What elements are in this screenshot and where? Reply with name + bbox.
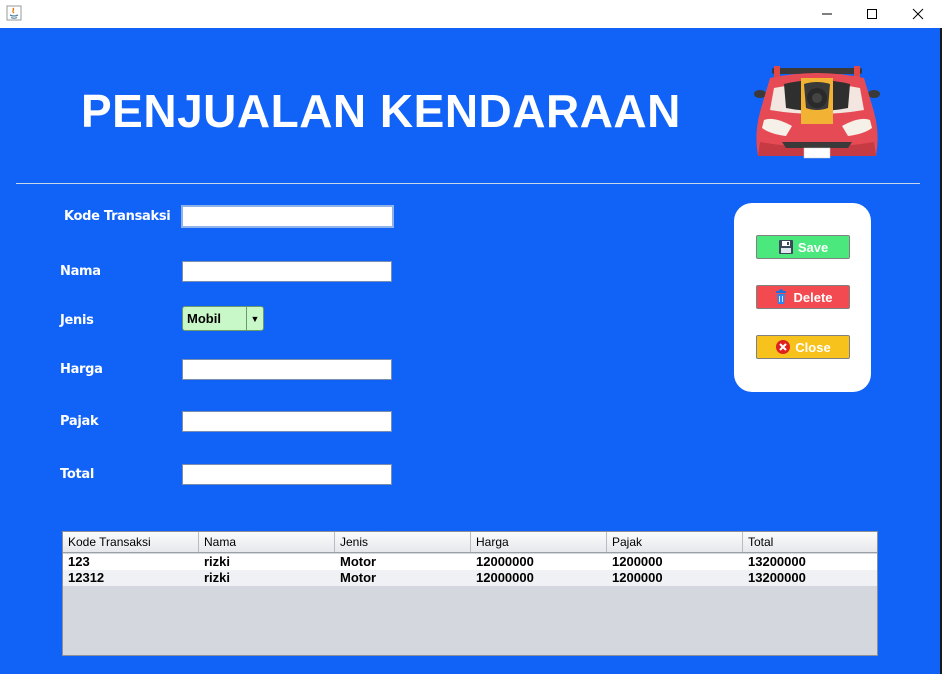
total-input[interactable] bbox=[182, 464, 392, 485]
save-button[interactable]: Save bbox=[756, 235, 850, 259]
table-cell: 13200000 bbox=[748, 554, 806, 569]
jenis-combobox[interactable]: Mobil ▼ bbox=[182, 306, 264, 331]
chevron-down-icon[interactable]: ▼ bbox=[246, 307, 263, 330]
table-cell: 1200000 bbox=[612, 570, 663, 585]
page-title: PENJUALAN KENDARAAN bbox=[81, 85, 681, 137]
java-app-icon bbox=[6, 5, 22, 21]
header-separator bbox=[16, 183, 920, 184]
column-header-pajak[interactable]: Pajak bbox=[607, 532, 743, 552]
column-header-nama[interactable]: Nama bbox=[199, 532, 335, 552]
jenis-label: Jenis bbox=[60, 313, 94, 328]
table-cell: Motor bbox=[340, 570, 377, 585]
table-cell: rizki bbox=[204, 554, 231, 569]
table-cell: 1200000 bbox=[612, 554, 663, 569]
table-cell: 12000000 bbox=[476, 570, 534, 585]
harga-label: Harga bbox=[60, 362, 103, 377]
table-cell: 123 bbox=[68, 554, 90, 569]
nama-input[interactable] bbox=[182, 261, 392, 282]
minimize-button[interactable] bbox=[804, 0, 850, 28]
nama-label: Nama bbox=[60, 264, 101, 279]
close-button-label: Close bbox=[795, 339, 831, 355]
save-button-label: Save bbox=[797, 239, 829, 255]
column-header-jenis[interactable]: Jenis bbox=[335, 532, 471, 552]
transactions-table[interactable]: Kode Transaksi Nama Jenis Harga Pajak To… bbox=[62, 531, 878, 656]
total-label: Total bbox=[60, 467, 95, 482]
close-icon bbox=[912, 8, 924, 20]
column-header-total[interactable]: Total bbox=[743, 532, 877, 552]
pajak-label: Pajak bbox=[60, 414, 99, 429]
table-cell: Motor bbox=[340, 554, 377, 569]
sports-car-icon bbox=[752, 64, 882, 162]
harga-input[interactable] bbox=[182, 359, 392, 380]
table-cell: rizki bbox=[204, 570, 231, 585]
delete-button[interactable]: Delete bbox=[756, 285, 850, 309]
table-row[interactable]: 123 rizki Motor 12000000 1200000 1320000… bbox=[63, 554, 877, 570]
column-header-kode-transaksi[interactable]: Kode Transaksi bbox=[63, 532, 199, 552]
table-cell: 12000000 bbox=[476, 554, 534, 569]
trash-icon bbox=[773, 289, 789, 305]
table-row[interactable]: 12312 rizki Motor 12000000 1200000 13200… bbox=[63, 570, 877, 586]
close-button[interactable]: Close bbox=[756, 335, 850, 359]
floppy-disk-icon bbox=[778, 239, 794, 255]
pajak-input[interactable] bbox=[182, 411, 392, 432]
kode-transaksi-input[interactable] bbox=[181, 205, 394, 228]
kode-transaksi-label: Kode Transaksi bbox=[64, 209, 171, 224]
maximize-icon bbox=[867, 9, 877, 19]
window-titlebar bbox=[0, 0, 942, 28]
close-circle-icon bbox=[775, 339, 791, 355]
jenis-selected-value: Mobil bbox=[187, 311, 221, 326]
minimize-icon bbox=[822, 13, 832, 15]
window-close-button[interactable] bbox=[895, 0, 941, 28]
table-header: Kode Transaksi Nama Jenis Harga Pajak To… bbox=[63, 532, 877, 553]
maximize-button[interactable] bbox=[849, 0, 895, 28]
column-header-harga[interactable]: Harga bbox=[471, 532, 607, 552]
main-content: PENJUALAN KENDARAAN Kode Transaksi Nama … bbox=[0, 28, 940, 674]
table-cell: 13200000 bbox=[748, 570, 806, 585]
action-panel: Save Delete Close bbox=[734, 203, 871, 392]
table-cell: 12312 bbox=[68, 570, 105, 585]
delete-button-label: Delete bbox=[793, 289, 833, 305]
